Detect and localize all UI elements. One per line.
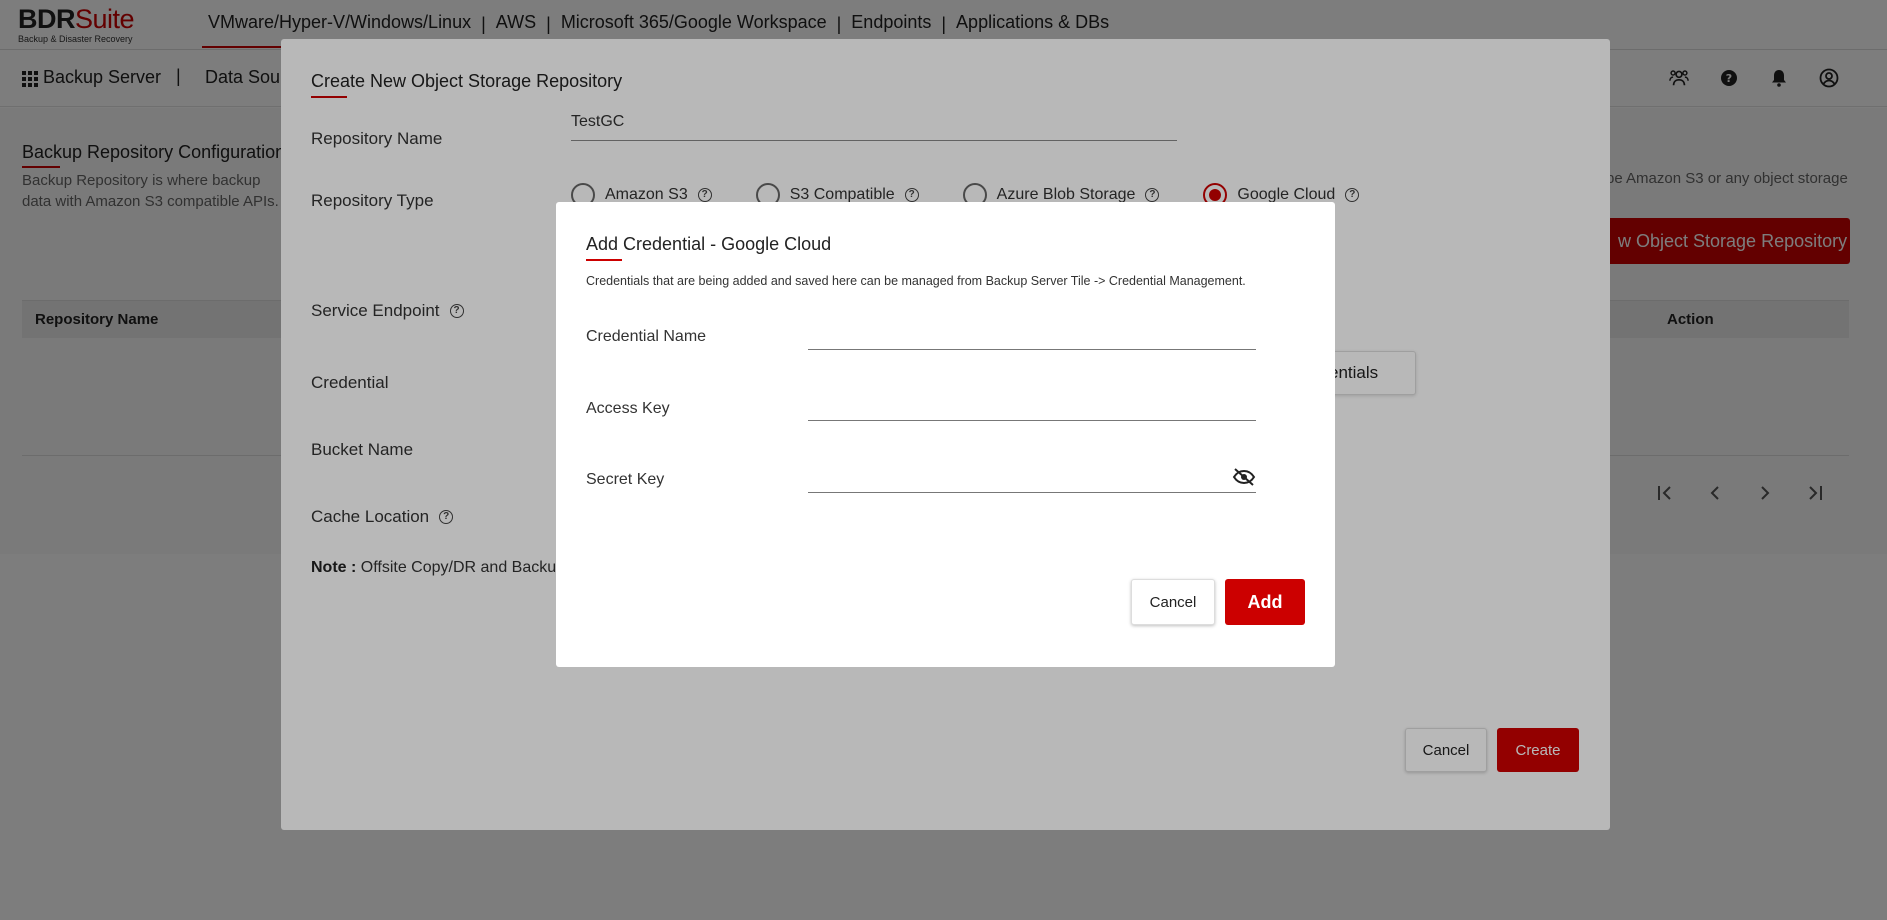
credential-name-input[interactable] [808,320,1256,350]
secret-key-label: Secret Key [586,471,665,488]
access-key-label: Access Key [586,400,670,417]
credential-name-label: Credential Name [586,328,707,345]
add-button[interactable]: Add [1225,579,1305,625]
credential-cancel-button[interactable]: Cancel [1131,579,1215,625]
access-key-input[interactable] [808,391,1256,421]
secret-key-input[interactable] [808,463,1256,493]
eye-slash-icon[interactable] [1232,467,1256,487]
credential-description: Credentials that are being added and sav… [586,274,1246,288]
add-credential-modal: Add Credential - Google Cloud Credential… [556,202,1335,667]
title-underline [586,259,622,261]
add-credential-title: Add Credential - Google Cloud [586,234,832,254]
